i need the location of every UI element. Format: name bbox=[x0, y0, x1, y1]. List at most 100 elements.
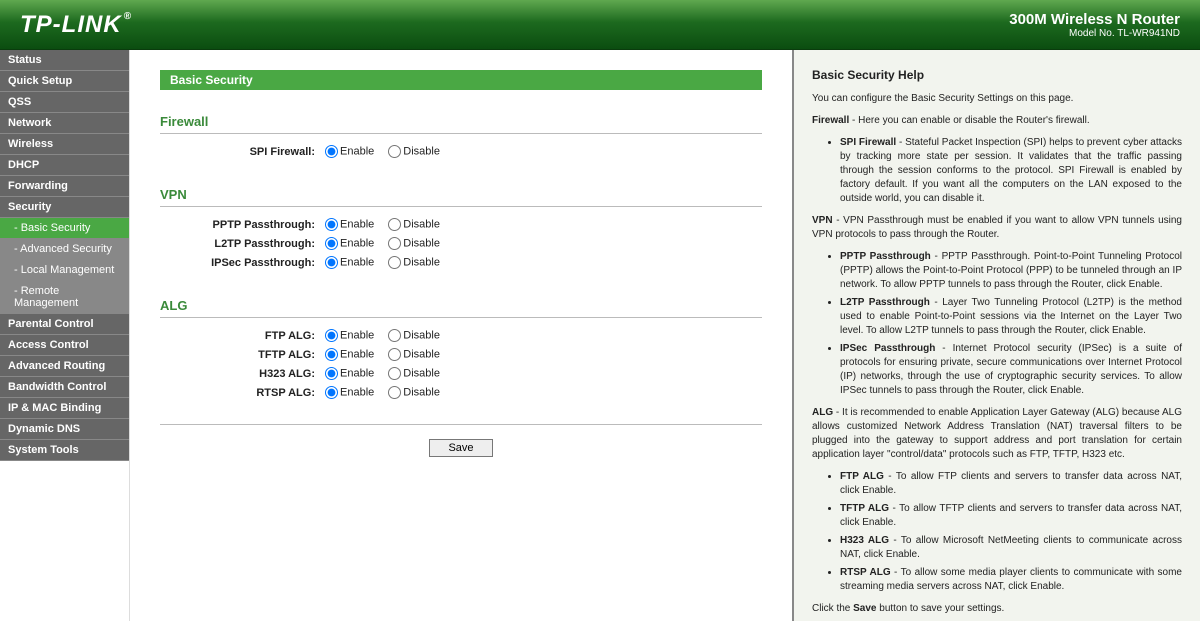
help-rtsp: RTSP ALG - To allow some media player cl… bbox=[840, 566, 1182, 594]
sidebar-item-network[interactable]: Network bbox=[0, 113, 129, 134]
sidebar-item-quick-setup[interactable]: Quick Setup bbox=[0, 71, 129, 92]
sidebar-item-remote-management[interactable]: - Remote Management bbox=[0, 281, 129, 314]
radios-rtsp: Enable Disable bbox=[325, 386, 450, 399]
sidebar-item-local-management[interactable]: - Local Management bbox=[0, 260, 129, 281]
help-alg: ALG - It is recommended to enable Applic… bbox=[812, 406, 1182, 462]
radio-h323-enable[interactable]: Enable bbox=[325, 367, 374, 380]
help-h323-label: H323 ALG bbox=[840, 535, 889, 546]
radio-pptp-disable[interactable]: Disable bbox=[388, 218, 440, 231]
help-h323: H323 ALG - To allow Microsoft NetMeeting… bbox=[840, 534, 1182, 562]
save-button[interactable]: Save bbox=[429, 439, 493, 457]
help-firewall: Firewall - Here you can enable or disabl… bbox=[812, 114, 1182, 128]
radio-text-ftp-disable: Disable bbox=[403, 329, 440, 341]
sidebar-item-access-control[interactable]: Access Control bbox=[0, 335, 129, 356]
radio-input-rtsp-disable[interactable] bbox=[388, 386, 401, 399]
help-pptp: PPTP Passthrough - PPTP Passthrough. Poi… bbox=[840, 250, 1182, 292]
help-ftp-label: FTP ALG bbox=[840, 471, 884, 482]
sidebar-item-parental-control[interactable]: Parental Control bbox=[0, 314, 129, 335]
radio-rtsp-disable[interactable]: Disable bbox=[388, 386, 440, 399]
radio-input-tftp-disable[interactable] bbox=[388, 348, 401, 361]
row-spi: SPI Firewall:EnableDisable bbox=[160, 142, 762, 161]
radios-spi: Enable Disable bbox=[325, 145, 450, 158]
registered-icon: ® bbox=[124, 11, 132, 22]
label-h323: H323 ALG: bbox=[160, 368, 325, 380]
divider bbox=[160, 424, 762, 425]
radio-input-h323-disable[interactable] bbox=[388, 367, 401, 380]
radio-text-h323-disable: Disable bbox=[403, 367, 440, 379]
radio-text-l2tp-enable: Enable bbox=[340, 237, 374, 249]
help-h323-text: - To allow Microsoft NetMeeting clients … bbox=[840, 535, 1182, 560]
sidebar: StatusQuick SetupQSSNetworkWirelessDHCPF… bbox=[0, 50, 130, 621]
radio-input-ftp-disable[interactable] bbox=[388, 329, 401, 342]
radio-tftp-disable[interactable]: Disable bbox=[388, 348, 440, 361]
radio-input-pptp-enable[interactable] bbox=[325, 218, 338, 231]
radio-text-rtsp-enable: Enable bbox=[340, 386, 374, 398]
radio-input-ftp-enable[interactable] bbox=[325, 329, 338, 342]
label-ftp: FTP ALG: bbox=[160, 330, 325, 342]
radio-l2tp-disable[interactable]: Disable bbox=[388, 237, 440, 250]
label-l2tp: L2TP Passthrough: bbox=[160, 238, 325, 250]
radio-text-rtsp-disable: Disable bbox=[403, 386, 440, 398]
radio-input-l2tp-enable[interactable] bbox=[325, 237, 338, 250]
radio-spi-enable[interactable]: Enable bbox=[325, 145, 374, 158]
radio-pptp-enable[interactable]: Enable bbox=[325, 218, 374, 231]
radio-ipsec-disable[interactable]: Disable bbox=[388, 256, 440, 269]
help-save-bold: Save bbox=[853, 603, 876, 614]
radios-h323: Enable Disable bbox=[325, 367, 450, 380]
sidebar-item-ip-mac-binding[interactable]: IP & MAC Binding bbox=[0, 398, 129, 419]
radios-pptp: Enable Disable bbox=[325, 218, 450, 231]
help-tftp: TFTP ALG - To allow TFTP clients and ser… bbox=[840, 502, 1182, 530]
sidebar-item-basic-security[interactable]: - Basic Security bbox=[0, 218, 129, 239]
radio-input-ipsec-enable[interactable] bbox=[325, 256, 338, 269]
radio-ftp-enable[interactable]: Enable bbox=[325, 329, 374, 342]
radio-input-rtsp-enable[interactable] bbox=[325, 386, 338, 399]
model-number: Model No. TL-WR941ND bbox=[1009, 28, 1180, 39]
radio-input-tftp-enable[interactable] bbox=[325, 348, 338, 361]
section-vpn: VPNPPTP Passthrough:EnableDisableL2TP Pa… bbox=[160, 183, 762, 272]
radio-tftp-enable[interactable]: Enable bbox=[325, 348, 374, 361]
radio-input-spi-disable[interactable] bbox=[388, 145, 401, 158]
radio-input-pptp-disable[interactable] bbox=[388, 218, 401, 231]
radio-ftp-disable[interactable]: Disable bbox=[388, 329, 440, 342]
section-title-vpn: VPN bbox=[160, 183, 762, 207]
row-ftp: FTP ALG: Enable Disable bbox=[160, 326, 762, 345]
radios-ipsec: Enable Disable bbox=[325, 256, 450, 269]
help-spi-label: SPI Firewall bbox=[840, 137, 896, 148]
header: TP-LINK® 300M Wireless N Router Model No… bbox=[0, 0, 1200, 50]
row-ipsec: IPSec Passthrough:EnableDisable bbox=[160, 253, 762, 272]
radio-spi-disable[interactable]: Disable bbox=[388, 145, 440, 158]
sidebar-item-advanced-security[interactable]: - Advanced Security bbox=[0, 239, 129, 260]
sidebar-item-wireless[interactable]: Wireless bbox=[0, 134, 129, 155]
sidebar-item-dhcp[interactable]: DHCP bbox=[0, 155, 129, 176]
help-ftp: FTP ALG - To allow FTP clients and serve… bbox=[840, 470, 1182, 498]
help-l2tp-label: L2TP Passthrough bbox=[840, 297, 930, 308]
radio-text-ftp-enable: Enable bbox=[340, 329, 374, 341]
radio-text-spi-enable: Enable bbox=[340, 145, 374, 157]
sidebar-item-forwarding[interactable]: Forwarding bbox=[0, 176, 129, 197]
help-firewall-text: - Here you can enable or disable the Rou… bbox=[849, 115, 1089, 126]
radio-l2tp-enable[interactable]: Enable bbox=[325, 237, 374, 250]
sidebar-item-bandwidth-control[interactable]: Bandwidth Control bbox=[0, 377, 129, 398]
help-ipsec-label: IPSec Passthrough bbox=[840, 343, 935, 354]
help-firewall-label: Firewall bbox=[812, 115, 849, 126]
radio-input-ipsec-disable[interactable] bbox=[388, 256, 401, 269]
sidebar-item-qss[interactable]: QSS bbox=[0, 92, 129, 113]
sidebar-item-dynamic-dns[interactable]: Dynamic DNS bbox=[0, 419, 129, 440]
sidebar-item-advanced-routing[interactable]: Advanced Routing bbox=[0, 356, 129, 377]
label-tftp: TFTP ALG: bbox=[160, 349, 325, 361]
radio-ipsec-enable[interactable]: Enable bbox=[325, 256, 374, 269]
logo-label: TP-LINK bbox=[20, 11, 122, 38]
sidebar-item-security[interactable]: Security bbox=[0, 197, 129, 218]
radio-input-spi-enable[interactable] bbox=[325, 145, 338, 158]
radio-input-l2tp-disable[interactable] bbox=[388, 237, 401, 250]
row-h323: H323 ALG:Enable Disable bbox=[160, 364, 762, 383]
sidebar-item-system-tools[interactable]: System Tools bbox=[0, 440, 129, 461]
help-save: Click the Save button to save your setti… bbox=[812, 602, 1182, 616]
page-title: Basic Security bbox=[160, 70, 762, 90]
sidebar-item-status[interactable]: Status bbox=[0, 50, 129, 71]
radio-h323-disable[interactable]: Disable bbox=[388, 367, 440, 380]
radio-input-h323-enable[interactable] bbox=[325, 367, 338, 380]
help-pptp-label: PPTP Passthrough bbox=[840, 251, 931, 262]
radio-rtsp-enable[interactable]: Enable bbox=[325, 386, 374, 399]
radio-text-tftp-enable: Enable bbox=[340, 348, 374, 360]
